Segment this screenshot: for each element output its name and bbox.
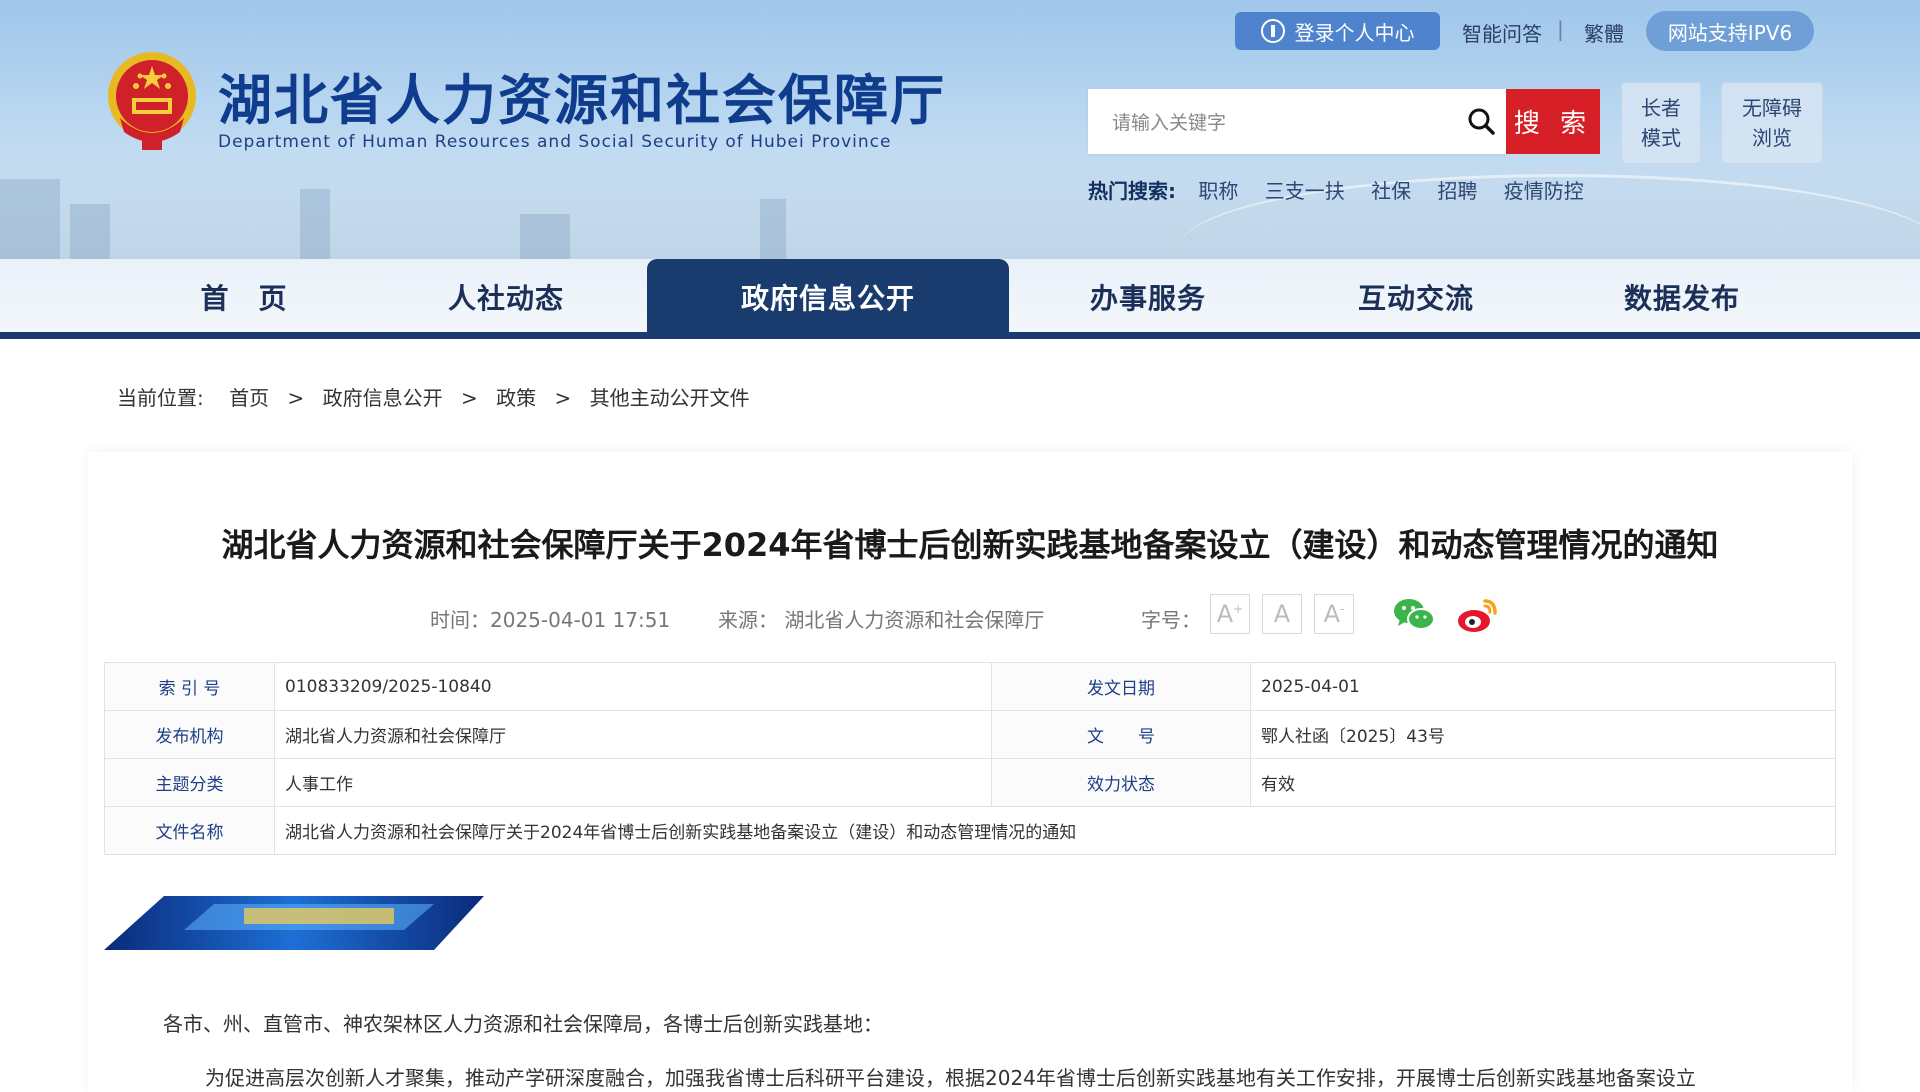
category-value: 人事工作: [274, 758, 992, 807]
breadcrumb: 当前位置: 首页 > 政府信息公开 > 政策 > 其他主动公开文件: [117, 382, 750, 411]
weibo-share-icon[interactable]: [1455, 595, 1499, 635]
breadcrumb-separator: >: [554, 386, 572, 410]
main-nav: 首 页 人社动态 政府信息公开 办事服务 互动交流 数据发布: [0, 259, 1920, 339]
issuer-label: 发布机构: [104, 710, 275, 759]
document-info-table: 索 引 号 010833209/2025-10840 发文日期 2025-04-…: [104, 662, 1836, 855]
smart-qa-link[interactable]: 智能问答: [1462, 18, 1542, 47]
search-input[interactable]: [1110, 89, 1444, 156]
document-name-label: 文件名称: [104, 806, 275, 855]
site-title: 湖北省人力资源和社会保障厅: [218, 69, 946, 132]
article-source: 来源： 湖北省人力资源和社会保障厅: [718, 608, 1045, 632]
font-normal-glyph: A: [1273, 600, 1291, 628]
elder-mode-label-line1: 长者: [1641, 96, 1681, 120]
traditional-chinese-link[interactable]: 繁體: [1584, 18, 1624, 47]
search-icon[interactable]: [1466, 106, 1496, 136]
elder-mode-button[interactable]: 长者 模式: [1621, 82, 1701, 164]
issuer-value: 湖北省人力资源和社会保障厅: [274, 710, 992, 759]
body-paragraph: 为促进高层次创新人才聚集，推动产学研深度融合，加强我省博士后科研平台建设，根据2…: [205, 1066, 1696, 1090]
elder-mode-label-line2: 模式: [1641, 126, 1681, 150]
breadcrumb-policy[interactable]: 政策: [496, 386, 536, 410]
user-center-icon: [1260, 19, 1285, 43]
accessible-label-line2: 浏览: [1752, 126, 1792, 150]
nav-item-interaction[interactable]: 互动交流: [1326, 259, 1506, 332]
header-building: [760, 199, 786, 259]
search-button[interactable]: 搜 索: [1506, 89, 1600, 154]
document-name-value: 湖北省人力资源和社会保障厅关于2024年省博士后创新实践基地备案设立（建设）和动…: [274, 806, 1836, 855]
accessible-label-line1: 无障碍: [1742, 96, 1802, 120]
hot-search-item[interactable]: 职称: [1198, 179, 1238, 203]
table-row: 发布机构 湖北省人力资源和社会保障厅 文 号 鄂人社函〔2025〕43号: [104, 710, 1836, 759]
index-number-value: 010833209/2025-10840: [274, 662, 992, 711]
document-number-label: 文 号: [991, 710, 1251, 759]
header-building: [0, 179, 60, 259]
breadcrumb-other-files[interactable]: 其他主动公开文件: [590, 386, 750, 410]
font-small-glyph: A: [1323, 600, 1341, 628]
article-banner-image: [104, 896, 484, 950]
login-button-label: 登录个人中心: [1294, 20, 1415, 45]
validity-status-value: 有效: [1250, 758, 1836, 807]
login-personal-center-button[interactable]: 登录个人中心: [1235, 12, 1440, 50]
breadcrumb-separator: >: [287, 386, 305, 410]
font-size-normal-button[interactable]: A: [1262, 594, 1302, 634]
hot-search-item[interactable]: 疫情防控: [1504, 179, 1584, 203]
national-emblem-icon: [108, 52, 196, 150]
article-time: 时间：2025-04-01 17:51: [430, 608, 671, 632]
table-row: 主题分类 人事工作 效力状态 有效: [104, 758, 1836, 807]
body-paragraph: 各市、州、直管市、神农架林区人力资源和社会保障局，各博士后创新实践基地：: [163, 1012, 883, 1036]
validity-status-label: 效力状态: [991, 758, 1251, 807]
hot-search-item[interactable]: 社保: [1371, 179, 1411, 203]
nav-item-home[interactable]: 首 页: [154, 259, 334, 332]
table-row: 文件名称 湖北省人力资源和社会保障厅关于2024年省博士后创新实践基地备案设立（…: [104, 806, 1836, 855]
font-size-small-button[interactable]: A-: [1314, 594, 1354, 634]
issue-date-value: 2025-04-01: [1250, 662, 1836, 711]
font-large-glyph: A: [1216, 600, 1234, 628]
nav-item-services[interactable]: 办事服务: [1058, 259, 1238, 332]
table-row: 索 引 号 010833209/2025-10840 发文日期 2025-04-…: [104, 662, 1836, 711]
wechat-share-icon[interactable]: [1392, 595, 1436, 635]
plus-icon: +: [1233, 602, 1244, 616]
nav-item-data-release[interactable]: 数据发布: [1592, 259, 1772, 332]
font-size-large-button[interactable]: A +: [1210, 594, 1250, 634]
font-size-label: 字号：: [1141, 608, 1201, 632]
header-building: [520, 214, 570, 259]
article-title: 湖北省人力资源和社会保障厅关于2024年省博士后创新实践基地备案设立（建设）和动…: [221, 526, 1719, 564]
category-label: 主题分类: [104, 758, 275, 807]
header-building: [300, 189, 330, 259]
hot-search-item[interactable]: 三支一扶: [1265, 179, 1345, 203]
hot-search-label: 热门搜索:: [1088, 179, 1176, 203]
document-number-value: 鄂人社函〔2025〕43号: [1250, 710, 1836, 759]
nav-item-gov-info[interactable]: 政府信息公开: [647, 259, 1009, 335]
ipv6-badge: 网站支持IPV6: [1646, 11, 1814, 51]
breadcrumb-label: 当前位置:: [117, 386, 204, 410]
header-building: [70, 204, 110, 259]
site-subtitle: Department of Human Resources and Social…: [218, 132, 892, 152]
breadcrumb-gov-info[interactable]: 政府信息公开: [323, 386, 443, 410]
link-separator: |: [1557, 17, 1564, 41]
nav-item-hrss-news[interactable]: 人社动态: [416, 259, 596, 332]
index-number-label: 索 引 号: [104, 662, 275, 711]
hot-search: 热门搜索: 职称 三支一扶 社保 招聘 疫情防控: [1088, 175, 1604, 204]
search-box: [1088, 89, 1506, 156]
breadcrumb-home[interactable]: 首页: [229, 386, 269, 410]
accessible-browse-button[interactable]: 无障碍 浏览: [1721, 82, 1823, 164]
breadcrumb-separator: >: [461, 386, 478, 410]
site-header: 湖北省人力资源和社会保障厅 Department of Human Resour…: [0, 0, 1920, 259]
minus-icon: -: [1340, 602, 1345, 616]
hot-search-item[interactable]: 招聘: [1437, 179, 1477, 203]
issue-date-label: 发文日期: [991, 662, 1251, 711]
